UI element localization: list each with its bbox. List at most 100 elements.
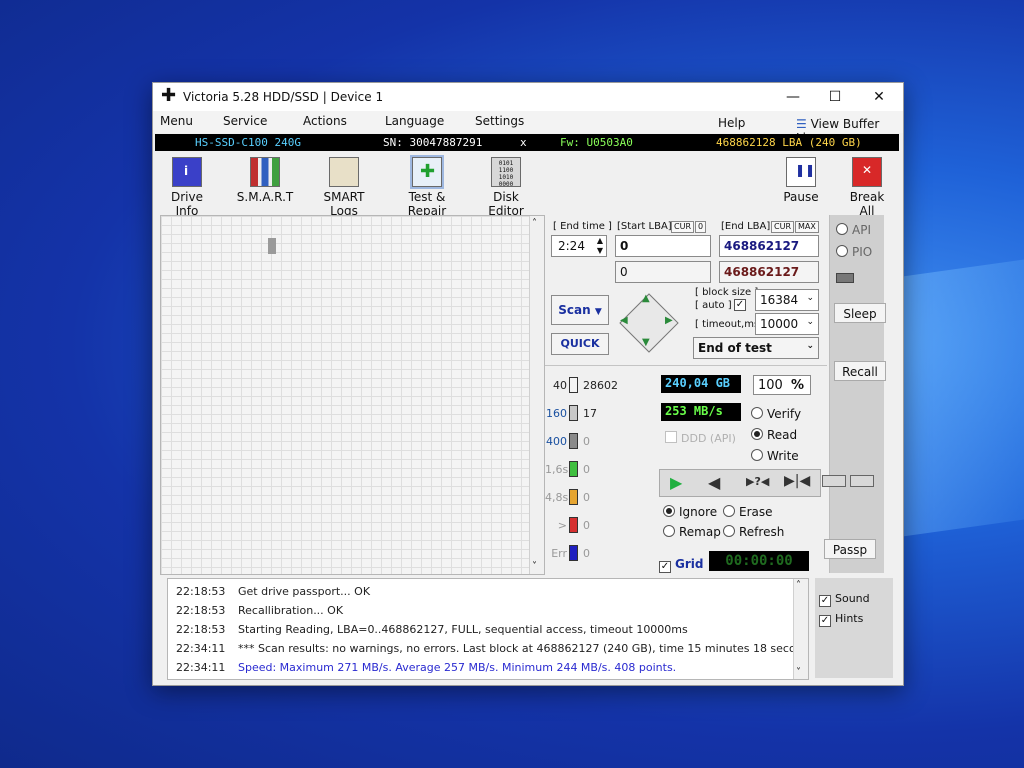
menu-service[interactable]: Service (223, 114, 267, 128)
legend-label: 40 (553, 379, 567, 392)
timeout-select[interactable]: 10000 ⌄ (755, 313, 819, 335)
menu-bar: Menu Service Actions Language Settings H… (153, 111, 903, 145)
processed-size-display: 240,04 GB (661, 375, 741, 393)
play-icon[interactable]: ▶ (670, 473, 682, 492)
write-radio[interactable]: Write (751, 449, 799, 463)
menu-settings[interactable]: Settings (475, 114, 524, 128)
break-all-button[interactable]: ✕ Break All (843, 157, 891, 218)
legend-label: 160 (546, 407, 567, 420)
grid-scrollbar[interactable]: ˄ ˅ (529, 216, 544, 574)
device-close-x[interactable]: x (520, 134, 527, 151)
log-line: 22:34:11 *** Scan results: no warnings, n… (176, 642, 806, 655)
app-cross-icon: ✚ (161, 85, 177, 106)
close-button[interactable]: ✕ (861, 86, 897, 108)
scroll-up-icon[interactable]: ˄ (796, 580, 801, 591)
menu-menu[interactable]: Menu (160, 114, 193, 128)
scroll-down-icon[interactable]: ˅ (532, 561, 537, 572)
log-line: 22:18:53 Get drive passport... OK (176, 585, 370, 598)
read-radio[interactable]: Read (751, 428, 797, 442)
chevron-down-icon: ⌄ (806, 317, 814, 327)
disk-editor-button[interactable]: 0101 1100 1010 0000 Disk Editor (475, 157, 537, 218)
pio-radio[interactable]: PIO (836, 245, 872, 259)
victoria-window: ✚ Victoria 5.28 HDD/SSD | Device 1 — ☐ ✕… (152, 82, 904, 686)
rewind-icon[interactable]: ◀ (708, 473, 720, 492)
legend-label: Err (551, 547, 567, 560)
verify-label: Verify (767, 407, 802, 421)
break-all-label: Break All (849, 190, 885, 218)
arrow-left-icon[interactable]: ◀ (620, 315, 628, 326)
hints-checkbox[interactable]: ✓ Hints (819, 612, 863, 627)
start-lba-zero-button[interactable]: 0 (695, 221, 707, 233)
quick-button[interactable]: QUICK (551, 333, 609, 355)
scroll-down-icon[interactable]: ˅ (796, 667, 801, 678)
skip-end-icon[interactable]: ▶|◀ (784, 473, 810, 489)
refresh-radio[interactable]: Refresh (723, 525, 784, 539)
disk-editor-label: Disk Editor (488, 190, 524, 218)
log-message: Recallibration... OK (238, 604, 344, 617)
grid-checkbox[interactable]: ✓ Grid (659, 557, 703, 573)
smart-button[interactable]: S.M.A.R.T (235, 157, 295, 204)
direction-pad[interactable]: ▲ ▼ ◀ ▶ (617, 291, 679, 353)
pio-label: PIO (852, 245, 873, 259)
passp-button[interactable]: Passp (824, 539, 876, 559)
scan-map-grid[interactable]: ˄ ˅ (160, 215, 545, 575)
log-time: 22:18:53 (176, 585, 226, 598)
erase-radio[interactable]: Erase (723, 505, 773, 519)
menu-help[interactable]: Help (718, 116, 745, 130)
title-bar: ✚ Victoria 5.28 HDD/SSD | Device 1 — ☐ ✕ (153, 83, 903, 111)
block-size-label: [ block size ] (695, 287, 759, 298)
spinner-arrows-icon[interactable]: ▲ ▼ (597, 236, 603, 256)
pause-icon: ❚❚ (786, 157, 816, 187)
menu-language[interactable]: Language (385, 114, 444, 128)
log-time: 22:34:11 (176, 642, 226, 655)
log-message: Get drive passport... OK (238, 585, 371, 598)
end-lba-label: [End LBA] (721, 221, 771, 232)
hints-label: Hints (835, 612, 864, 625)
end-lba-input[interactable]: 468862127 (719, 235, 819, 257)
ddd-api-checkbox[interactable]: DDD (API) (665, 431, 736, 445)
end-lba-cur-button[interactable]: CUR (771, 221, 794, 233)
remap-radio[interactable]: Remap (663, 525, 721, 539)
auto-checkbox[interactable]: ✓ (734, 299, 746, 311)
end-of-test-select[interactable]: End of test ⌄ (693, 337, 819, 359)
arrow-right-icon[interactable]: ▶ (665, 315, 673, 326)
ignore-radio[interactable]: Ignore (663, 505, 717, 519)
recall-button[interactable]: Recall (834, 361, 886, 381)
sleep-button[interactable]: Sleep (834, 303, 886, 323)
ignore-label: Ignore (679, 505, 718, 519)
list-icon: ☰ (796, 117, 807, 131)
log-options-panel: ✓ Sound ✓ Hints (815, 578, 893, 678)
menu-actions[interactable]: Actions (303, 114, 347, 128)
end-lba-max-button[interactable]: MAX (795, 221, 819, 233)
verify-radio[interactable]: Verify (751, 407, 801, 421)
sound-checkbox[interactable]: ✓ Sound (819, 592, 870, 607)
end-time-spinner[interactable]: 2:24 ▲ ▼ (551, 235, 607, 257)
percent-value: 100 (758, 378, 783, 393)
arrow-up-icon[interactable]: ▲ (642, 293, 650, 304)
log-time: 22:18:53 (176, 604, 226, 617)
smart-logs-button[interactable]: SMART Logs (309, 157, 379, 218)
log-line: 22:18:53 Recallibration... OK (176, 604, 343, 617)
pause-button[interactable]: ❚❚ Pause (779, 157, 823, 204)
legend-count: 0 (583, 547, 590, 560)
arrow-down-icon[interactable]: ▼ (642, 337, 650, 348)
start-lba-input[interactable]: 0 (615, 235, 711, 257)
scan-dropdown-button[interactable]: Scan ▼ (551, 295, 609, 325)
legend-count: 0 (583, 463, 590, 476)
legend-label: > (557, 519, 567, 532)
seek-unknown-icon[interactable]: ▶?◀ (746, 475, 769, 488)
indicator-left-icon (822, 475, 846, 487)
remap-label: Remap (679, 525, 721, 539)
block-size-select[interactable]: 16384 ⌄ (755, 289, 819, 311)
drive-info-button[interactable]: i Drive Info (159, 157, 215, 218)
scroll-up-icon[interactable]: ˄ (532, 218, 537, 229)
erase-label: Erase (739, 505, 773, 519)
log-time: 22:18:53 (176, 623, 226, 636)
test-repair-button[interactable]: ✚ Test & Repair (389, 157, 465, 218)
minimize-button[interactable]: — (775, 86, 811, 108)
start-lba-cur-button[interactable]: CUR (671, 221, 694, 233)
maximize-button[interactable]: ☐ (817, 86, 853, 108)
chevron-down-icon: ⌄ (806, 293, 814, 303)
api-radio[interactable]: API (836, 223, 871, 237)
log-scrollbar[interactable]: ˄ ˅ (793, 579, 808, 679)
